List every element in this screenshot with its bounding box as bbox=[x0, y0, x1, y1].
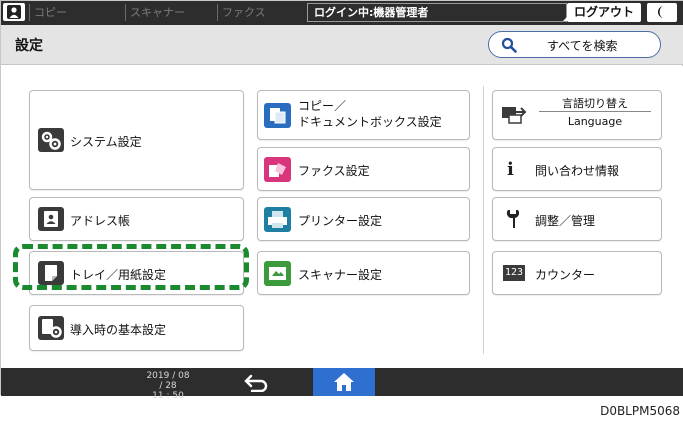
gears-icon bbox=[38, 128, 64, 152]
settings-menu: システム設定 アドレス帳 トレイ／用紙設定 導入時の基本設定 コピー／ ドキュメ… bbox=[1, 66, 683, 368]
search-all-button[interactable]: すべてを検索 bbox=[488, 31, 661, 58]
system-settings-button[interactable]: システム設定 bbox=[29, 90, 244, 190]
printer-settings-label: プリンター設定 bbox=[298, 214, 383, 228]
scanner-settings-button[interactable]: スキャナー設定 bbox=[257, 251, 470, 295]
adjust-manage-button[interactable]: 調整／管理 bbox=[492, 197, 662, 241]
language-label-en: Language bbox=[567, 115, 623, 128]
fax-icon bbox=[264, 157, 291, 182]
counter-button[interactable]: 123 カウンター bbox=[492, 251, 662, 295]
header: 設定 すべてを検索 bbox=[1, 25, 683, 65]
status-bar: コピー スキャナー ファクス ログイン中:機器管理者 ログアウト bbox=[1, 1, 683, 25]
adjust-manage-label: 調整／管理 bbox=[535, 214, 596, 228]
system-settings-label: システム設定 bbox=[70, 135, 142, 149]
search-icon bbox=[501, 37, 517, 53]
time-text: 11 : 50 bbox=[152, 391, 184, 401]
counter-label: カウンター bbox=[535, 268, 596, 282]
home-button[interactable] bbox=[313, 368, 375, 396]
printer-icon bbox=[264, 207, 291, 232]
login-status: ログイン中:機器管理者 bbox=[307, 3, 567, 22]
initial-setup-button[interactable]: 導入時の基本設定 bbox=[29, 305, 244, 351]
language-divider bbox=[539, 111, 651, 112]
copy-docbox-icon bbox=[264, 103, 291, 128]
page-title: 設定 bbox=[15, 38, 43, 54]
fax-settings-label: ファクス設定 bbox=[298, 164, 370, 178]
initial-setup-icon bbox=[38, 316, 64, 340]
language-switch-button[interactable]: 言語切り替え Language bbox=[492, 90, 662, 140]
back-arrow-icon bbox=[244, 374, 268, 393]
info-icon: i bbox=[507, 159, 514, 180]
scanner-icon bbox=[264, 261, 291, 286]
scanner-settings-label: スキャナー設定 bbox=[298, 268, 383, 282]
column-divider bbox=[483, 86, 484, 354]
address-book-icon bbox=[38, 207, 64, 231]
inquiry-info-label: 問い合わせ情報 bbox=[535, 164, 620, 178]
copy-docbox-label-line2: ドキュメントボックス設定 bbox=[298, 115, 442, 129]
highlight-frame bbox=[13, 244, 249, 290]
document-id: D0BLPM5068 bbox=[600, 404, 680, 418]
wrench-icon bbox=[505, 209, 521, 233]
back-button[interactable] bbox=[243, 372, 271, 393]
user-icon bbox=[7, 5, 21, 19]
bottom-bar: 2019 / 08 / 28 11 : 50 bbox=[1, 368, 683, 401]
user-button[interactable] bbox=[3, 3, 25, 21]
language-switch-icon bbox=[501, 105, 529, 129]
printer-settings-button[interactable]: プリンター設定 bbox=[257, 197, 470, 241]
address-book-button[interactable]: アドレス帳 bbox=[29, 197, 244, 241]
language-switch-label: 言語切り替え bbox=[562, 97, 628, 110]
tab-scanner[interactable]: スキャナー bbox=[125, 4, 213, 21]
date-time: 2019 / 08 / 28 11 : 50 bbox=[145, 371, 191, 401]
logout-button[interactable]: ログアウト bbox=[567, 3, 641, 22]
address-book-label: アドレス帳 bbox=[70, 214, 131, 228]
tab-fax[interactable]: ファクス bbox=[217, 4, 301, 21]
energy-saver-button[interactable] bbox=[647, 3, 677, 22]
search-all-label: すべてを検索 bbox=[547, 39, 618, 53]
copy-docbox-settings-button[interactable]: コピー／ ドキュメントボックス設定 bbox=[257, 90, 470, 140]
fax-settings-button[interactable]: ファクス設定 bbox=[257, 147, 470, 191]
inquiry-info-button[interactable]: i 問い合わせ情報 bbox=[492, 147, 662, 191]
screen: コピー スキャナー ファクス ログイン中:機器管理者 ログアウト 設定 すべてを… bbox=[0, 0, 683, 401]
moon-icon bbox=[658, 6, 664, 18]
tab-copy[interactable]: コピー bbox=[29, 4, 121, 21]
counter-icon: 123 bbox=[503, 265, 525, 281]
copy-docbox-label-line1: コピー／ bbox=[298, 99, 347, 113]
initial-setup-label: 導入時の基本設定 bbox=[70, 323, 167, 337]
date-text: 2019 / 08 / 28 bbox=[146, 371, 190, 391]
home-icon bbox=[334, 373, 354, 391]
